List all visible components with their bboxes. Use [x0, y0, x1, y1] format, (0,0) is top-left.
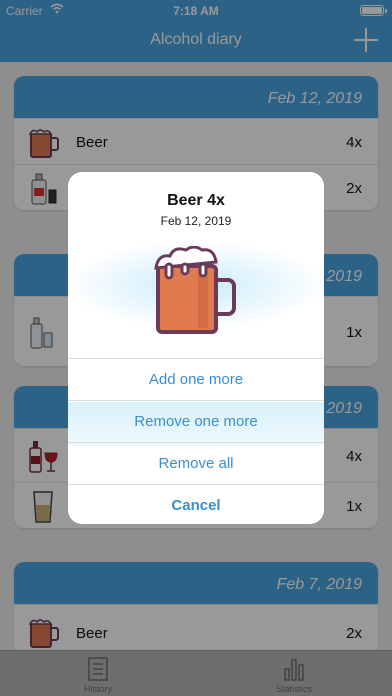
remove-all-button[interactable]: Remove all	[68, 442, 324, 484]
remove-one-more-button[interactable]: Remove one more	[68, 400, 324, 442]
beer-mug-icon	[152, 245, 242, 341]
add-one-more-button[interactable]: Add one more	[68, 358, 324, 400]
modal-title: Beer 4x	[167, 192, 225, 209]
drink-action-sheet: Beer 4x Feb 12, 2019 Add one more Remove…	[68, 172, 324, 524]
cancel-button[interactable]: Cancel	[68, 484, 324, 524]
modal-date: Feb 12, 2019	[160, 214, 232, 228]
